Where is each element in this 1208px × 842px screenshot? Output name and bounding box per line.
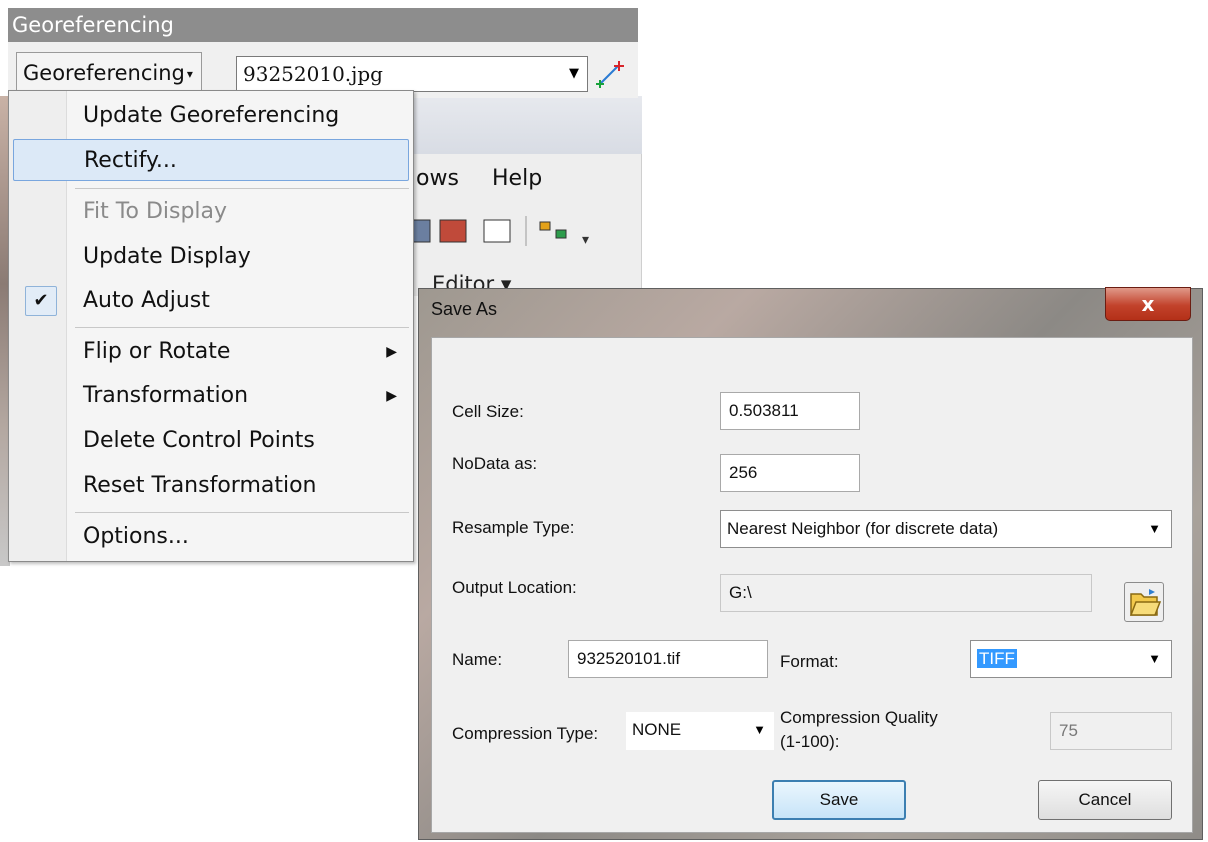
- georeferencing-dropdown-menu: Update Georeferencing Rectify... Fit To …: [8, 90, 414, 562]
- browse-folder-button[interactable]: [1124, 582, 1164, 622]
- resample-type-label: Resample Type:: [452, 518, 575, 537]
- menu-item-label: Update Georeferencing: [83, 103, 340, 128]
- add-control-points-icon[interactable]: [594, 58, 628, 90]
- format-select[interactable]: TIFF ▼: [970, 640, 1172, 678]
- menu-item-label: Update Display: [83, 244, 251, 269]
- checkmark-icon: ✔: [25, 286, 57, 316]
- format-label: Format:: [780, 652, 839, 671]
- menu-separator: [75, 512, 409, 513]
- menu-item-label: Transformation: [83, 383, 249, 408]
- georeferencing-toolbar: Georeferencing Georeferencing ▾ 93252010.…: [8, 8, 638, 98]
- output-location-label: Output Location:: [452, 578, 577, 597]
- menu-item-label: Flip or Rotate: [83, 339, 231, 364]
- dialog-body: Cell Size: 0.503811 NoData as: 256 Resam…: [431, 337, 1193, 833]
- dialog-title: Save As: [431, 299, 498, 319]
- menu-item-delete-control-points[interactable]: Delete Control Points: [13, 420, 409, 462]
- menu-item-label: Options...: [83, 524, 189, 549]
- layer-select-value: 93252010.jpg: [243, 62, 383, 86]
- cell-size-field[interactable]: 0.503811: [720, 392, 860, 430]
- chevron-down-icon: ▼: [1148, 651, 1161, 666]
- name-field[interactable]: 932520101.tif: [568, 640, 768, 678]
- chevron-down-icon: ▼: [753, 722, 766, 737]
- compression-quality-field[interactable]: 75: [1050, 712, 1172, 750]
- svg-text:▾: ▾: [582, 232, 589, 248]
- cancel-button[interactable]: Cancel: [1038, 780, 1172, 820]
- georeferencing-menu-label: Georeferencing: [23, 61, 185, 85]
- menu-item-flip-or-rotate[interactable]: Flip or Rotate ▶: [13, 331, 409, 373]
- menu-item-options[interactable]: Options...: [13, 516, 409, 558]
- menu-item-update-display[interactable]: Update Display: [13, 236, 409, 278]
- folder-open-icon: [1129, 589, 1162, 616]
- output-location-field[interactable]: G:\: [720, 574, 1092, 612]
- menu-item-label: Auto Adjust: [83, 288, 210, 313]
- save-button[interactable]: Save: [772, 780, 906, 820]
- cell-size-label: Cell Size:: [452, 402, 524, 421]
- chevron-down-icon: ▼: [569, 66, 579, 81]
- name-label: Name:: [452, 650, 503, 669]
- submenu-arrow-icon: ▶: [386, 388, 397, 404]
- menu-item-label: Rectify...: [84, 148, 177, 173]
- menu-separator: [75, 327, 409, 328]
- menu-item-rectify[interactable]: Rectify...: [13, 139, 409, 181]
- resample-type-select[interactable]: Nearest Neighbor (for discrete data) ▼: [720, 510, 1172, 548]
- menu-item-transformation[interactable]: Transformation ▶: [13, 375, 409, 417]
- menu-item-auto-adjust[interactable]: ✔ Auto Adjust: [13, 280, 409, 322]
- menu-item-fit-to-display[interactable]: Fit To Display: [13, 191, 409, 233]
- chevron-down-icon: ▾: [186, 67, 193, 81]
- compression-quality-label-line1: Compression Quality: [780, 708, 938, 727]
- nodata-field[interactable]: 256: [720, 454, 860, 492]
- compression-quality-label-line2: (1-100):: [780, 732, 840, 751]
- toolbar-title: Georeferencing: [8, 8, 638, 42]
- menu-item-reset-transformation[interactable]: Reset Transformation: [13, 465, 409, 507]
- submenu-arrow-icon: ▶: [386, 344, 397, 360]
- menu-item-label: Reset Transformation: [83, 473, 317, 498]
- background-toolbar-icons: [410, 96, 642, 154]
- compression-type-value: NONE: [632, 720, 682, 739]
- menu-item-label: Fit To Display: [83, 199, 228, 224]
- chevron-down-icon: ▼: [1148, 521, 1161, 536]
- background-window: ows Help ▾ Editor ▾: [410, 96, 642, 296]
- nodata-label: NoData as:: [452, 454, 538, 473]
- background-tool-icons: ▾: [411, 216, 589, 248]
- menu-item-label: Delete Control Points: [83, 428, 315, 453]
- compression-type-label: Compression Type:: [452, 724, 599, 743]
- menu-help[interactable]: Help: [492, 166, 542, 191]
- compression-type-select[interactable]: NONE ▼: [626, 712, 774, 750]
- layer-select[interactable]: 93252010.jpg ▼: [236, 56, 588, 92]
- georeferencing-menu-button[interactable]: Georeferencing ▾: [16, 52, 202, 94]
- menu-windows-partial[interactable]: ows: [416, 166, 459, 191]
- resample-type-value: Nearest Neighbor (for discrete data): [727, 519, 999, 538]
- menu-separator: [75, 188, 409, 189]
- format-value: TIFF: [977, 649, 1017, 668]
- menu-item-update-georeferencing[interactable]: Update Georeferencing: [13, 95, 409, 137]
- save-as-dialog: Save As x Cell Size: 0.503811 NoData as:…: [418, 287, 1203, 840]
- close-button[interactable]: x: [1105, 287, 1191, 321]
